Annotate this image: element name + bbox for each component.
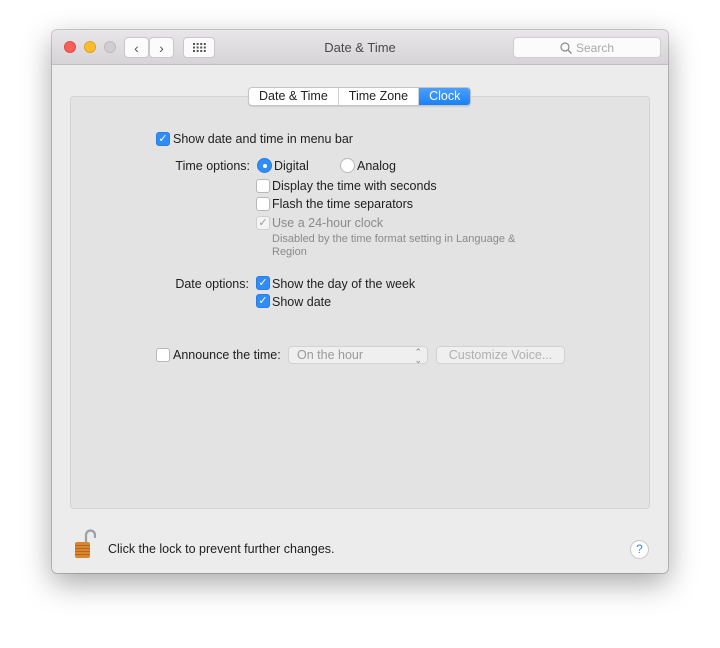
date-options-label: Date options:	[175, 277, 249, 291]
digital-label: Digital	[274, 159, 309, 173]
tab-bar: Date & Time Time Zone Clock	[248, 87, 472, 106]
tab-time-zone[interactable]: Time Zone	[339, 88, 420, 105]
day-of-week-label: Show the day of the week	[272, 277, 416, 291]
lock-open-icon[interactable]	[74, 529, 96, 559]
help-button[interactable]: ?	[630, 540, 649, 559]
lock-message: Click the lock to prevent further change…	[108, 542, 335, 556]
customize-voice-button[interactable]: Customize Voice...	[436, 346, 565, 364]
time-options-label: Time options:	[175, 159, 250, 173]
24-hour-checkbox: ✓	[256, 216, 270, 230]
announce-interval-value: On the hour	[297, 348, 364, 362]
seconds-label: Display the time with seconds	[272, 179, 437, 193]
show-date-label: Show date	[272, 295, 332, 309]
digital-radio[interactable]	[257, 158, 272, 173]
flash-separators-label: Flash the time separators	[272, 197, 414, 211]
show-date-checkbox[interactable]: ✓	[256, 294, 270, 308]
announce-label: Announce the time:	[173, 348, 281, 362]
search-icon	[560, 41, 572, 54]
disabled-note-line2: Region	[272, 246, 307, 258]
search-placeholder: Search	[575, 40, 615, 55]
announce-interval-popup[interactable]: On the hour ⌃ ⌄	[288, 346, 428, 365]
title-bar: ‹ › Date & Time Search	[52, 30, 668, 65]
disabled-note-line1: Disabled by the time format setting in L…	[272, 233, 516, 245]
analog-radio[interactable]	[340, 158, 355, 173]
clock-panel	[70, 96, 650, 509]
tab-clock[interactable]: Clock	[419, 88, 471, 105]
tab-date-time[interactable]: Date & Time	[249, 88, 339, 105]
updown-chevron-icon: ⌃ ⌄	[414, 347, 422, 365]
show-in-menu-bar-label: Show date and time in menu bar	[173, 132, 353, 146]
day-of-week-checkbox[interactable]: ✓	[256, 276, 270, 290]
show-in-menu-bar-checkbox[interactable]: ✓	[156, 132, 170, 146]
24-hour-label: Use a 24-hour clock	[272, 216, 384, 230]
flash-separators-checkbox[interactable]	[256, 197, 270, 211]
help-icon: ?	[636, 542, 643, 556]
analog-label: Analog	[357, 159, 396, 173]
search-field[interactable]: Search	[513, 37, 661, 58]
seconds-checkbox[interactable]	[256, 179, 270, 193]
announce-checkbox[interactable]	[156, 348, 170, 362]
preferences-window: ‹ › Date & Time Search Date & Time Time …	[52, 30, 668, 573]
